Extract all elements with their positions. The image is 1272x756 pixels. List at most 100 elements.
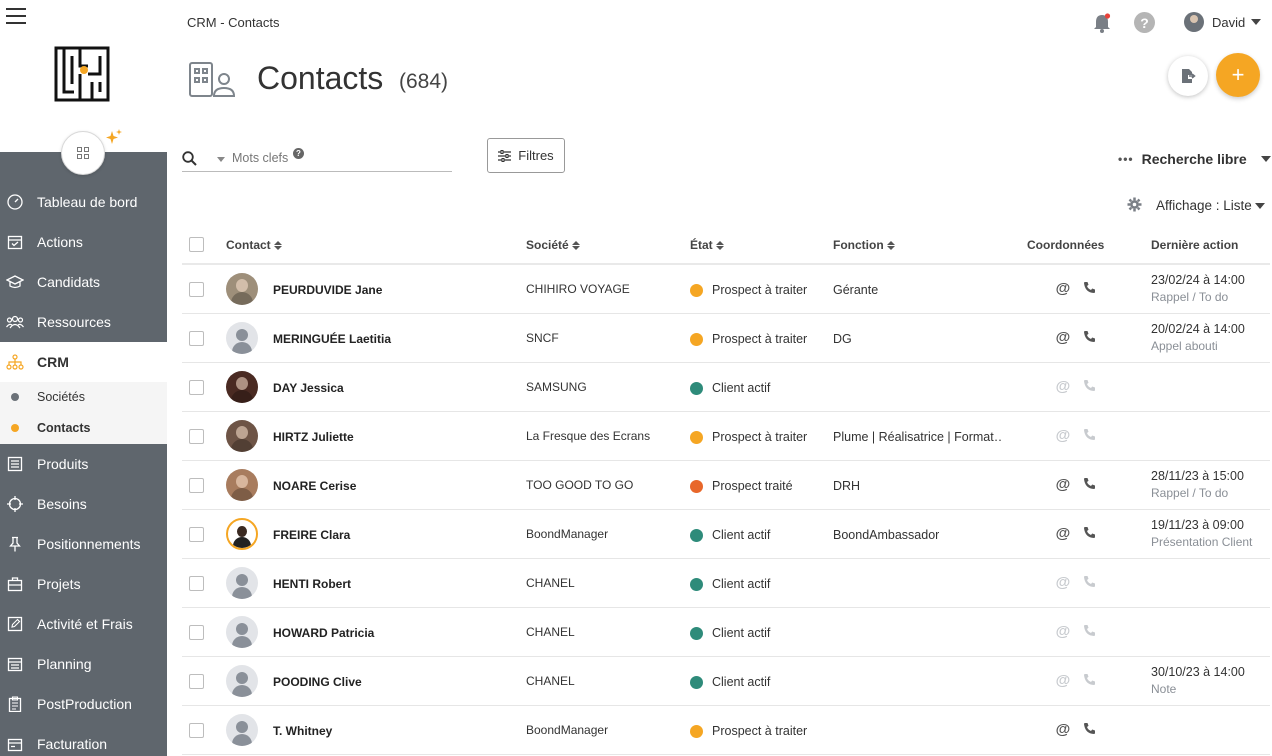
contact-name[interactable]: HIRTZ Juliette: [273, 430, 354, 444]
contact-name[interactable]: NOARE Cerise: [273, 479, 356, 493]
phone-icon[interactable]: [1083, 526, 1096, 542]
table-row[interactable]: HENTI Robert CHANEL Client actif @: [182, 559, 1270, 608]
row-checkbox[interactable]: [189, 674, 204, 689]
email-icon[interactable]: @: [1055, 280, 1071, 297]
sidebar-item-facturation[interactable]: Facturation: [0, 724, 167, 756]
last-action[interactable]: 19/11/23 à 09:00 Présentation Client: [1151, 518, 1252, 549]
sidebar-item-activite-et-frais[interactable]: Activité et Frais: [0, 604, 167, 644]
sidebar-item-tableau-de-bord[interactable]: Tableau de bord: [0, 182, 167, 222]
sidebar-item-crm[interactable]: CRM: [0, 342, 167, 382]
row-checkbox[interactable]: [189, 380, 204, 395]
search-icon[interactable]: [182, 151, 197, 166]
phone-icon: [1083, 379, 1096, 395]
sidebar-item-candidats[interactable]: Candidats: [0, 262, 167, 302]
row-checkbox[interactable]: [189, 331, 204, 346]
table-row[interactable]: MERINGUÉE Laetitia SNCF Prospect à traiter…: [182, 314, 1270, 363]
gear-icon[interactable]: [1127, 197, 1142, 212]
target-icon: [6, 495, 24, 513]
company-name[interactable]: CHANEL: [526, 576, 575, 590]
company-name[interactable]: TOO GOOD TO GO: [526, 478, 633, 492]
email-icon[interactable]: @: [1055, 329, 1071, 346]
row-checkbox[interactable]: [189, 625, 204, 640]
row-checkbox[interactable]: [189, 282, 204, 297]
last-action[interactable]: 23/02/24 à 14:00 Rappel / To do: [1151, 273, 1245, 304]
row-checkbox[interactable]: [189, 429, 204, 444]
contact-name[interactable]: HENTI Robert: [273, 577, 351, 591]
table-row[interactable]: T. Whitney BoondManager Prospect à traiter…: [182, 706, 1270, 755]
sidebar-subitem-societes[interactable]: Sociétés: [0, 383, 167, 411]
company-name[interactable]: CHANEL: [526, 674, 575, 688]
apps-button[interactable]: [61, 131, 105, 175]
sidebar-item-actions[interactable]: Actions: [0, 222, 167, 262]
column-header-company[interactable]: Société: [526, 238, 580, 252]
sidebar-subitem-contacts[interactable]: Contacts: [0, 414, 167, 442]
contact-name[interactable]: FREIRE Clara: [273, 528, 350, 542]
org-chart-icon: [6, 353, 24, 371]
contact-name[interactable]: POODING Clive: [273, 675, 362, 689]
state-label: Client actif: [712, 675, 771, 689]
state-label: Prospect traité: [712, 479, 793, 493]
table-row[interactable]: NOARE Cerise TOO GOOD TO GO Prospect trait…: [182, 461, 1270, 510]
add-contact-button[interactable]: +: [1216, 53, 1260, 97]
search-help-icon[interactable]: ?: [293, 148, 304, 159]
help-button[interactable]: ?: [1134, 12, 1155, 33]
contact-name[interactable]: MERINGUÉE Laetitia: [273, 332, 391, 346]
company-name[interactable]: SAMSUNG: [526, 380, 587, 394]
sidebar-item-ressources[interactable]: Ressources: [0, 302, 167, 342]
last-action[interactable]: 20/02/24 à 14:00 Appel abouti: [1151, 322, 1245, 353]
table-row[interactable]: HIRTZ Juliette La Fresque des Ecrans Prosp…: [182, 412, 1270, 461]
sidebar-item-projets[interactable]: Projets: [0, 564, 167, 604]
column-header-state[interactable]: État: [690, 238, 724, 252]
row-checkbox[interactable]: [189, 527, 204, 542]
search-scope-dropdown[interactable]: [217, 157, 225, 162]
export-button[interactable]: [1168, 56, 1208, 96]
company-name[interactable]: BoondManager: [526, 723, 608, 737]
coordinates: @: [1055, 476, 1096, 493]
contact-name[interactable]: PEURDUVIDE Jane: [273, 283, 382, 297]
table-row[interactable]: HOWARD Patricia CHANEL Client actif @: [182, 608, 1270, 657]
search-input[interactable]: [232, 151, 432, 165]
select-all-checkbox[interactable]: [189, 237, 204, 252]
last-action[interactable]: 30/10/23 à 14:00 Note: [1151, 665, 1245, 696]
row-checkbox[interactable]: [189, 723, 204, 738]
table-row[interactable]: POODING Clive CHANEL Client actif @30/10/23…: [182, 657, 1270, 706]
column-header-function[interactable]: Fonction: [833, 238, 895, 252]
filters-button[interactable]: Filtres: [487, 138, 565, 173]
email-icon[interactable]: @: [1055, 476, 1071, 493]
contact-name[interactable]: HOWARD Patricia: [273, 626, 374, 640]
header-label: Contact: [226, 238, 271, 252]
company-name[interactable]: CHIHIRO VOYAGE: [526, 282, 630, 296]
notification-bell-icon[interactable]: [1091, 12, 1113, 34]
phone-icon[interactable]: [1083, 281, 1096, 297]
free-search-toggle[interactable]: ••• Recherche libre: [1118, 151, 1271, 167]
table-row[interactable]: FREIRE Clara BoondManager Client actif Boon…: [182, 510, 1270, 559]
column-header-contact[interactable]: Contact: [226, 238, 282, 252]
menu-icon[interactable]: [6, 8, 26, 24]
last-action[interactable]: 28/11/23 à 15:00 Rappel / To do: [1151, 469, 1244, 500]
company-name[interactable]: BoondManager: [526, 527, 608, 541]
avatar: [226, 322, 258, 354]
sidebar-item-positionnements[interactable]: Positionnements: [0, 524, 167, 564]
last-action-date: 28/11/23 à 15:00: [1151, 469, 1244, 483]
display-mode-select[interactable]: Affichage : Liste: [1156, 198, 1265, 213]
sidebar-item-besoins[interactable]: Besoins: [0, 484, 167, 524]
table-row[interactable]: PEURDUVIDE Jane CHIHIRO VOYAGE Prospect à …: [182, 265, 1270, 314]
status-dot-icon: [690, 528, 703, 542]
company-name[interactable]: CHANEL: [526, 625, 575, 639]
sidebar-item-postproduction[interactable]: PostProduction: [0, 684, 167, 724]
row-checkbox[interactable]: [189, 478, 204, 493]
sidebar-item-produits[interactable]: Produits: [0, 444, 167, 484]
row-checkbox[interactable]: [189, 576, 204, 591]
email-icon[interactable]: @: [1055, 721, 1071, 738]
email-icon[interactable]: @: [1055, 525, 1071, 542]
phone-icon[interactable]: [1083, 330, 1096, 346]
sidebar-item-planning[interactable]: Planning: [0, 644, 167, 684]
company-name[interactable]: SNCF: [526, 331, 559, 345]
contact-name[interactable]: DAY Jessica: [273, 381, 344, 395]
company-name[interactable]: La Fresque des Ecrans: [526, 429, 650, 443]
user-menu[interactable]: David: [1184, 12, 1262, 32]
table-row[interactable]: DAY Jessica SAMSUNG Client actif @: [182, 363, 1270, 412]
phone-icon[interactable]: [1083, 722, 1096, 738]
contact-name[interactable]: T. Whitney: [273, 724, 332, 738]
phone-icon[interactable]: [1083, 477, 1096, 493]
